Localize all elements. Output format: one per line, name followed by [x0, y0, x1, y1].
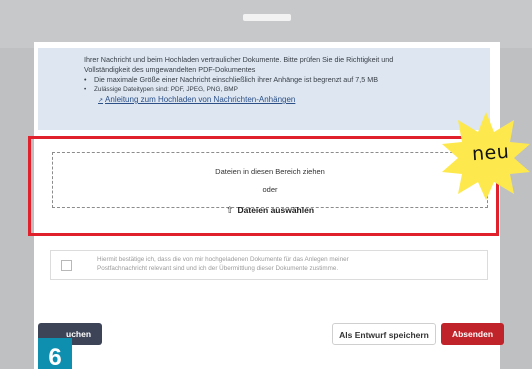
step-number-badge: 6 [38, 338, 72, 369]
info-bullet-size-text: Die maximale Größe einer Nachricht einsc… [94, 75, 379, 84]
external-link-icon: ↗ [98, 98, 104, 104]
bullet-icon: • [84, 75, 87, 84]
select-files-button[interactable]: ⇧ Dateien auswählen [53, 205, 487, 216]
consent-text-line-2: Postfachnachricht relevant sind und ich … [97, 265, 339, 272]
new-badge-label: neu [471, 140, 511, 166]
consent-row: Hiermit bestätige ich, dass die von mir … [50, 250, 488, 280]
window-top-bar [0, 0, 532, 48]
info-bullet-types-text: Zulässige Dateitypen sind: PDF, JPEG, PN… [94, 86, 238, 93]
upload-guide-link-text: Anleitung zum Hochladen von Nachrichten-… [105, 95, 296, 104]
save-draft-button[interactable]: Als Entwurf speichern [332, 323, 436, 345]
upload-guide-link[interactable]: ↗ Anleitung zum Hochladen von Nachrichten… [98, 95, 295, 106]
bullet-icon: • [84, 86, 87, 93]
consent-checkbox[interactable] [61, 260, 72, 271]
drop-hint: Dateien in diesen Bereich ziehen [215, 167, 325, 176]
upload-info-box: Ihrer Nachricht und beim Hochladen vertr… [38, 48, 490, 130]
info-text-line-1: Ihrer Nachricht und beim Hochladen vertr… [84, 55, 394, 64]
consent-text-line-1: Hiermit bestätige ich, dass die von mir … [97, 256, 349, 263]
drop-or: oder [262, 185, 278, 194]
upload-icon: ⇧ [225, 205, 234, 215]
file-drop-zone[interactable]: Dateien in diesen Bereich ziehen oder ⇧ D… [52, 152, 488, 215]
info-bullet-size: • Die maximale Größe einer Nachricht eins… [84, 75, 378, 85]
consent-text: Hiermit bestätige ich, dass die von mir … [97, 255, 349, 273]
select-files-label: Dateien auswählen [237, 205, 315, 215]
info-text-line-2: Vollständigkeit des umgewandelten PDF-Do… [84, 65, 256, 74]
info-bullet-types: • Zulässige Dateitypen sind: PDF, JPEG, P… [84, 85, 238, 95]
send-button[interactable]: Absenden [441, 323, 504, 345]
drag-handle[interactable] [243, 14, 291, 21]
